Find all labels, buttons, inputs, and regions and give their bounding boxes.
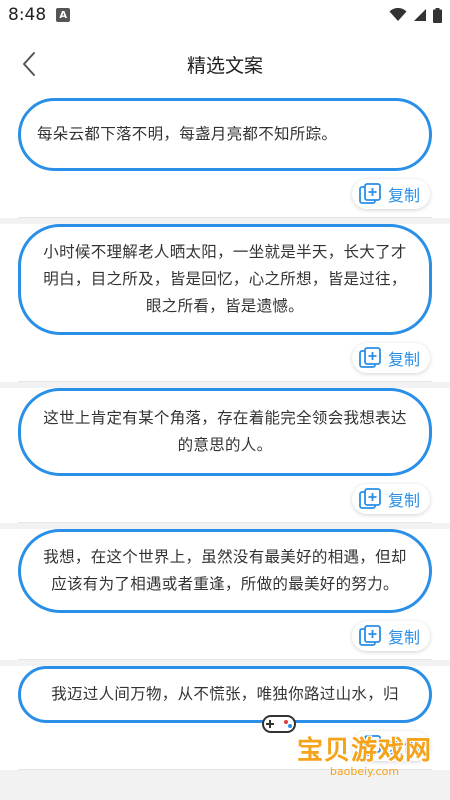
- copy-label: 复制: [387, 491, 420, 510]
- page-title: 精选文案: [186, 54, 263, 77]
- copy-label: 复制: [387, 350, 420, 369]
- copy-button[interactable]: 复制: [351, 484, 430, 514]
- status-bar: 8:48 A: [0, 0, 450, 30]
- copy-label: 复制: [387, 186, 420, 205]
- quote-text: 每朵云都下落不明，每盏月亮都不知所踪。: [18, 98, 432, 171]
- quote-card: 每朵云都下落不明，每盏月亮都不知所踪。 复制: [0, 98, 450, 218]
- back-button[interactable]: [14, 49, 44, 79]
- copy-label: 复制: [387, 628, 420, 647]
- quote-text: 我迈过人间万物，从不慌张，唯独你路过山水，归: [18, 666, 432, 723]
- copy-icon: [359, 347, 381, 368]
- copy-label: 复制: [387, 738, 420, 757]
- notification-icon: A: [56, 8, 71, 22]
- quote-text: 这世上肯定有某个角落，存在着能完全领会我想表达的意思的人。: [18, 388, 432, 476]
- quote-list[interactable]: 每朵云都下落不明，每盏月亮都不知所踪。 复制 小时候不理解老人晒太阳，一坐就是半…: [0, 98, 450, 800]
- copy-button[interactable]: 复制: [351, 731, 430, 761]
- status-time: 8:48: [8, 5, 47, 25]
- quote-card: 我迈过人间万物，从不慌张，唯独你路过山水，归 复制: [0, 666, 450, 770]
- copy-icon: [359, 625, 381, 646]
- copy-icon: [359, 183, 381, 204]
- chevron-left-icon: [23, 52, 35, 76]
- app-header: 精选文案: [0, 30, 450, 98]
- copy-button[interactable]: 复制: [351, 179, 430, 209]
- battery-icon: [433, 7, 442, 23]
- copy-icon: [359, 488, 381, 509]
- quote-card: 小时候不理解老人晒太阳，一坐就是半天，长大了才明白，目之所及，皆是回忆，心之所想…: [0, 224, 450, 382]
- quote-text: 小时候不理解老人晒太阳，一坐就是半天，长大了才明白，目之所及，皆是回忆，心之所想…: [18, 224, 432, 335]
- status-icons: [389, 7, 442, 23]
- signal-icon: [414, 9, 426, 21]
- copy-icon: [359, 735, 381, 756]
- copy-button[interactable]: 复制: [351, 343, 430, 373]
- quote-text: 我想，在这个世界上，虽然没有最美好的相遇，但却应该有为了相遇或者重逢，所做的最美…: [18, 529, 432, 613]
- wifi-icon: [389, 8, 407, 21]
- quote-card: 这世上肯定有某个角落，存在着能完全领会我想表达的意思的人。 复制: [0, 388, 450, 523]
- copy-button[interactable]: 复制: [351, 621, 430, 651]
- quote-card: 我想，在这个世界上，虽然没有最美好的相遇，但却应该有为了相遇或者重逢，所做的最美…: [0, 529, 450, 660]
